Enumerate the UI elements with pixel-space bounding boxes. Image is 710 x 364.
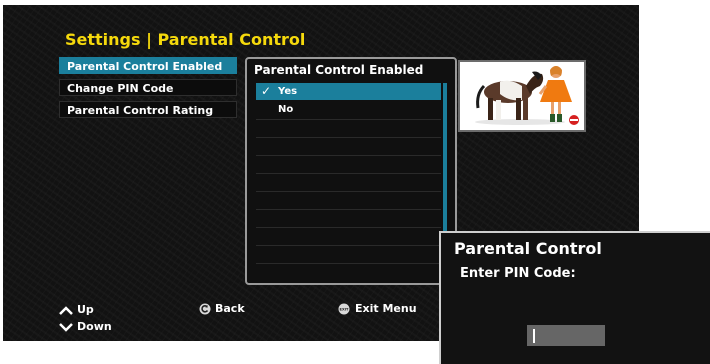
nav-up: Up <box>59 303 94 316</box>
menu-item-change-pin-code[interactable]: Change PIN Code <box>59 79 237 96</box>
nav-exit: EXIT Exit Menu <box>337 302 417 315</box>
nav-back: Back <box>199 302 245 315</box>
row-divider <box>256 137 441 138</box>
pin-dialog: Parental Control Enter PIN Code: <box>439 231 710 364</box>
pin-prompt: Enter PIN Code: <box>460 266 576 281</box>
check-icon: ✓ <box>261 84 272 98</box>
row-divider <box>256 173 441 174</box>
option-yes[interactable]: ✓ Yes <box>256 83 441 100</box>
text-cursor <box>533 329 535 343</box>
row-divider <box>256 227 441 228</box>
nav-down: Down <box>59 320 112 333</box>
pin-input[interactable] <box>527 325 605 346</box>
exit-icon: EXIT <box>338 303 350 315</box>
panel-title: Parental Control Enabled <box>254 63 424 77</box>
nav-down-label: Down <box>77 320 112 333</box>
option-label: No <box>278 104 294 115</box>
menu-item-parental-control-enabled[interactable]: Parental Control Enabled <box>59 57 237 74</box>
preview-image <box>458 60 586 132</box>
back-icon <box>199 303 211 315</box>
nav-back-label: Back <box>215 302 245 315</box>
exit-icon-text: EXIT <box>339 308 349 312</box>
menu-item-parental-control-rating[interactable]: Parental Control Rating <box>59 101 237 118</box>
row-divider <box>256 155 441 156</box>
row-divider <box>256 263 441 264</box>
nav-exit-label: Exit Menu <box>355 302 417 315</box>
option-label: Yes <box>278 86 298 97</box>
row-divider <box>256 119 441 120</box>
options-panel: Parental Control Enabled ✓ Yes No <box>245 57 457 285</box>
nav-up-label: Up <box>77 303 94 316</box>
chevron-up-icon <box>59 305 73 315</box>
pin-dialog-title: Parental Control <box>454 239 602 258</box>
chevron-down-icon <box>59 322 73 332</box>
page-title: Settings | Parental Control <box>65 30 306 49</box>
option-no[interactable]: No <box>256 101 441 118</box>
row-divider <box>256 245 441 246</box>
row-divider <box>256 191 441 192</box>
row-divider <box>256 209 441 210</box>
